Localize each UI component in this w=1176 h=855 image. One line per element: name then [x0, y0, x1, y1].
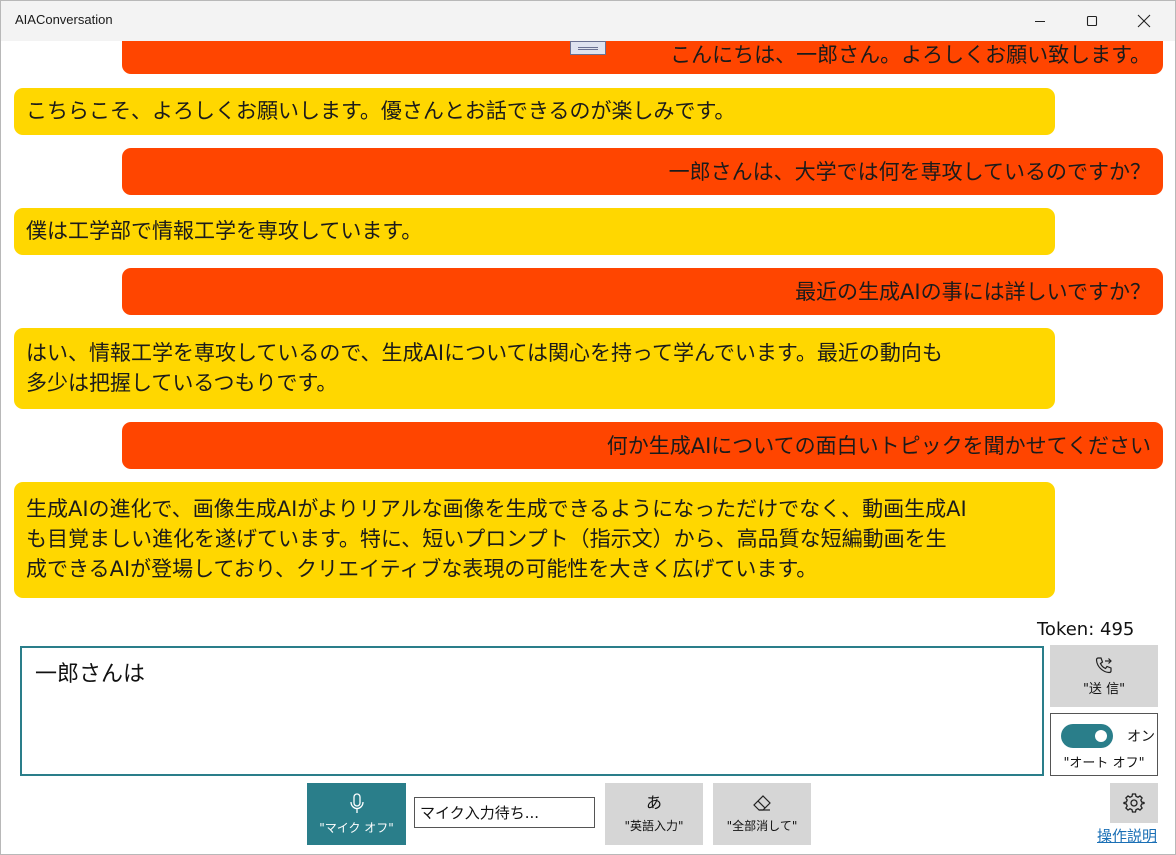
message-text: 何か生成AIについての面白いトピックを聞かせてください — [606, 434, 1151, 458]
title-bar: AIAConversation — [1, 1, 1175, 41]
app-window: AIAConversation こんにちは、一郎さん。よろしくお願い致します。 … — [0, 0, 1176, 855]
token-count: Token: 495 — [1037, 619, 1135, 640]
scroll-grip[interactable] — [570, 41, 606, 55]
mic-status-field[interactable]: マイク入力待ち... — [414, 797, 595, 828]
hiragana-icon: あ — [645, 793, 662, 812]
close-icon — [1137, 14, 1151, 28]
minimize-icon — [1035, 21, 1045, 22]
phone-forward-icon — [1095, 657, 1112, 674]
message-user: 最近の生成AIの事には詳しいですか？ — [122, 268, 1163, 315]
send-button[interactable]: "送 信" — [1050, 645, 1158, 707]
clear-button-label: "全部消して" — [726, 819, 798, 833]
mic-button-label: "マイク オフ" — [319, 820, 394, 835]
grip-lines-icon — [578, 46, 598, 50]
microphone-icon — [349, 792, 364, 813]
english-input-button[interactable]: あ "英語入力" — [605, 783, 703, 845]
auto-toggle-switch[interactable] — [1061, 724, 1113, 748]
english-button-label: "英語入力" — [624, 819, 684, 833]
message-user: 何か生成AIについての面白いトピックを聞かせてください — [122, 422, 1163, 469]
message-user: 一郎さんは、大学では何を専攻しているのですか？ — [122, 148, 1163, 195]
mic-button[interactable]: "マイク オフ" — [307, 783, 406, 845]
auto-toggle-caption: "オート オフ" — [1063, 756, 1145, 771]
window-title: AIAConversation — [15, 12, 113, 27]
maximize-button[interactable] — [1069, 1, 1115, 41]
message-text: はい、情報工学を専攻しているので、生成AIについては関心を持って学んでいます。最… — [26, 341, 943, 395]
message-text: こんにちは、一郎さん。よろしくお願い致します。 — [670, 43, 1151, 67]
maximize-icon — [1086, 15, 1098, 27]
send-button-label: "送 信" — [1082, 682, 1126, 697]
message-text: 最近の生成AIの事には詳しいですか？ — [795, 280, 1151, 304]
message-user: こんにちは、一郎さん。よろしくお願い致します。 — [122, 41, 1163, 74]
toggle-knob — [1095, 730, 1107, 742]
message-ai: はい、情報工学を専攻しているので、生成AIについては関心を持って学んでいます。最… — [14, 328, 1055, 409]
message-text: 一郎さんは、大学では何を専攻しているのですか？ — [668, 160, 1151, 184]
auto-toggle-panel: オン "オート オフ" — [1050, 713, 1158, 776]
eraser-icon — [753, 795, 771, 811]
close-button[interactable] — [1121, 1, 1167, 41]
gear-icon — [1123, 793, 1145, 813]
message-input[interactable]: 一郎さんは — [20, 646, 1044, 776]
help-link[interactable]: 操作説明 — [1097, 825, 1157, 846]
message-text: 僕は工学部で情報工学を専攻しています。 — [26, 219, 423, 243]
toggle-state-label: オン — [1127, 729, 1155, 745]
message-text: 生成AIの進化で、画像生成AIがよりリアルな画像を生成できるようになっただけでな… — [26, 497, 967, 581]
message-ai: 生成AIの進化で、画像生成AIがよりリアルな画像を生成できるようになっただけでな… — [14, 482, 1055, 598]
message-text: こちらこそ、よろしくお願いします。優さんとお話できるのが楽しみです。 — [26, 99, 736, 123]
chat-history[interactable]: こんにちは、一郎さん。よろしくお願い致します。 こちらこそ、よろしくお願いします… — [1, 41, 1175, 606]
settings-button[interactable] — [1110, 783, 1158, 823]
message-ai: こちらこそ、よろしくお願いします。優さんとお話できるのが楽しみです。 — [14, 88, 1055, 135]
minimize-button[interactable] — [1017, 1, 1063, 41]
message-ai: 僕は工学部で情報工学を専攻しています。 — [14, 208, 1055, 255]
clear-all-button[interactable]: "全部消して" — [713, 783, 811, 845]
